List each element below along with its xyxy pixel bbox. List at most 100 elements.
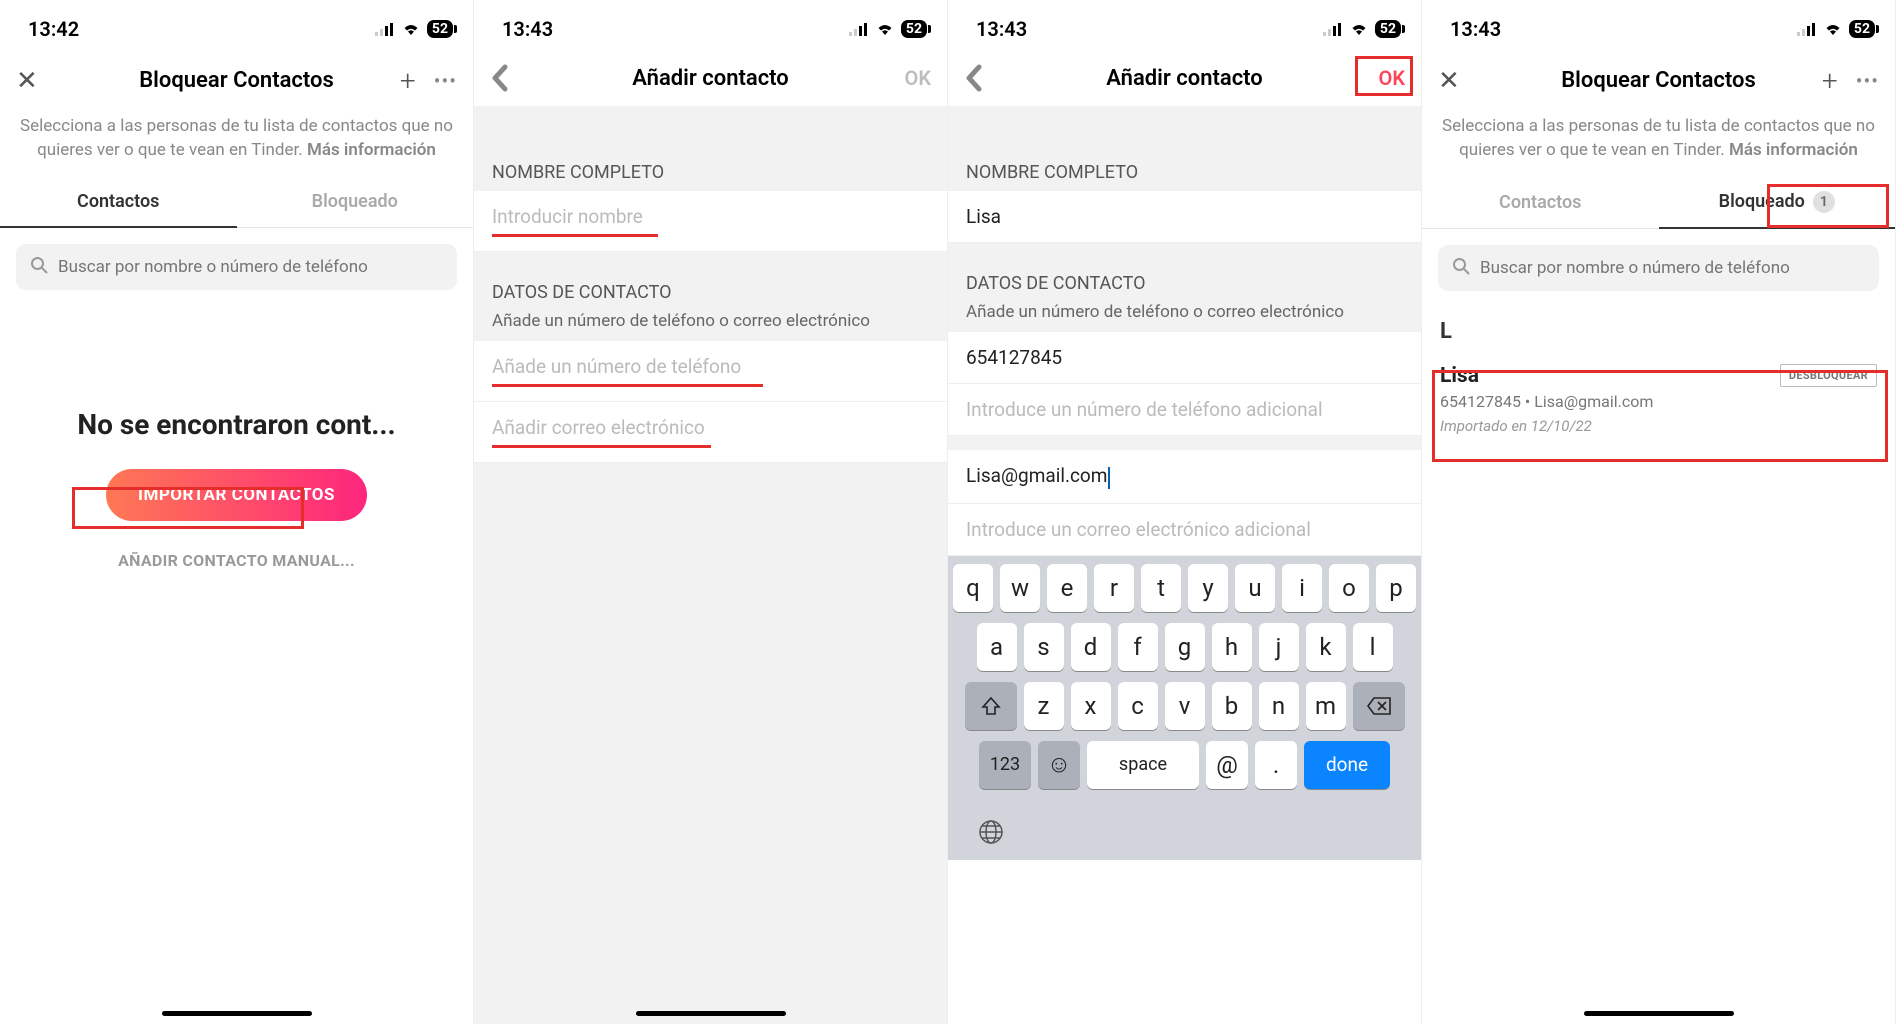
key-x[interactable]: x	[1071, 682, 1111, 730]
key-e[interactable]: e	[1047, 564, 1087, 612]
search-input[interactable]	[1480, 258, 1865, 278]
search-input[interactable]	[58, 257, 443, 277]
key-b[interactable]: b	[1212, 682, 1252, 730]
contact-details: 654127845 • Lisa@gmail.com	[1440, 392, 1877, 411]
status-time: 13:43	[1450, 17, 1501, 41]
name-field[interactable]	[474, 191, 947, 252]
more-info-link[interactable]: Más información	[307, 140, 436, 160]
ok-button[interactable]: OK	[1379, 66, 1405, 90]
unblock-button[interactable]: DESBLOQUEAR	[1780, 364, 1877, 387]
section-header-contact: DATOS DE CONTACTO	[474, 252, 947, 311]
search-icon	[30, 256, 48, 278]
key-r[interactable]: r	[1094, 564, 1134, 612]
search-bar[interactable]	[16, 244, 457, 290]
search-bar[interactable]	[1438, 245, 1879, 291]
key-y[interactable]: y	[1188, 564, 1228, 612]
key-k[interactable]: k	[1306, 623, 1346, 671]
info-text: Selecciona a las personas de tu lista de…	[1422, 111, 1895, 179]
key-c[interactable]: c	[1118, 682, 1158, 730]
section-header-contact: DATOS DE CONTACTO	[948, 243, 1421, 302]
key-j[interactable]: j	[1259, 623, 1299, 671]
space-key[interactable]: space	[1087, 741, 1199, 789]
email-value: Lisa@gmail.com	[966, 464, 1107, 487]
section-sub-contact: Añade un número de teléfono o correo ele…	[948, 302, 1421, 332]
key-u[interactable]: u	[1235, 564, 1275, 612]
status-right: 52	[849, 20, 927, 38]
email2-input[interactable]	[966, 518, 1403, 541]
tab-contacts[interactable]: Contactos	[1422, 179, 1659, 229]
more-icon[interactable]: •••	[434, 69, 457, 93]
shift-key[interactable]	[965, 682, 1017, 730]
email-field[interactable]	[474, 402, 947, 463]
phone-value: 654127845	[966, 346, 1062, 369]
back-icon[interactable]	[964, 64, 984, 92]
key-d[interactable]: d	[1071, 623, 1111, 671]
page-title: Añadir contacto	[1034, 66, 1335, 91]
tab-contacts[interactable]: Contactos	[0, 179, 237, 228]
phone2-field[interactable]	[948, 384, 1421, 436]
phone-field[interactable]	[474, 341, 947, 402]
key-m[interactable]: m	[1306, 682, 1346, 730]
globe-icon[interactable]	[977, 818, 1005, 846]
back-icon[interactable]	[490, 64, 510, 92]
key-w[interactable]: w	[1000, 564, 1040, 612]
wifi-icon	[1823, 22, 1843, 36]
ok-button[interactable]: OK	[905, 66, 931, 90]
name-input[interactable]	[492, 205, 929, 228]
key-i[interactable]: i	[1282, 564, 1322, 612]
key-q[interactable]: q	[953, 564, 993, 612]
add-icon[interactable]: +	[400, 64, 416, 97]
phone2-input[interactable]	[966, 398, 1403, 421]
import-contacts-button[interactable]: IMPORTAR CONTACTOS	[106, 469, 367, 521]
key-s[interactable]: s	[1024, 623, 1064, 671]
done-key[interactable]: done	[1304, 741, 1390, 789]
key-a[interactable]: a	[977, 623, 1017, 671]
nav-bar: ✕ Bloquear Contactos + •••	[1422, 50, 1895, 111]
backspace-key[interactable]	[1353, 682, 1405, 730]
name-field[interactable]: Lisa	[948, 191, 1421, 243]
status-time: 13:43	[976, 17, 1027, 41]
key-g[interactable]: g	[1165, 623, 1205, 671]
name-value: Lisa	[966, 205, 1001, 228]
add-manual-contact-button[interactable]: AÑADIR CONTACTO MANUAL...	[98, 539, 375, 582]
tab-blocked[interactable]: Bloqueado 1	[1659, 179, 1896, 229]
email-field[interactable]: Lisa@gmail.com	[948, 450, 1421, 504]
wifi-icon	[1349, 22, 1369, 36]
add-icon[interactable]: +	[1822, 64, 1838, 97]
status-bar: 13:42 52	[0, 0, 473, 50]
key-v[interactable]: v	[1165, 682, 1205, 730]
key-p[interactable]: p	[1376, 564, 1416, 612]
dot-key[interactable]: .	[1255, 741, 1297, 789]
phone-input[interactable]	[492, 355, 929, 378]
status-bar: 13:43 52	[474, 0, 947, 50]
email-input[interactable]	[492, 416, 929, 439]
at-key[interactable]: @	[1206, 741, 1248, 789]
key-t[interactable]: t	[1141, 564, 1181, 612]
battery-level: 52	[1849, 20, 1875, 38]
screen-add-contact-empty: 13:43 52 Añadir contacto OK NOMBRE COMPL…	[474, 0, 948, 1024]
key-n[interactable]: n	[1259, 682, 1299, 730]
search-icon	[1452, 257, 1470, 279]
home-indicator	[162, 1011, 312, 1016]
key-l[interactable]: l	[1353, 623, 1393, 671]
battery-level: 52	[1375, 20, 1401, 38]
key-h[interactable]: h	[1212, 623, 1252, 671]
close-icon[interactable]: ✕	[1438, 66, 1460, 96]
close-icon[interactable]: ✕	[16, 66, 38, 96]
tab-blocked[interactable]: Bloqueado	[237, 179, 474, 228]
cellular-signal-icon	[375, 22, 395, 36]
numbers-key[interactable]: 123	[979, 741, 1031, 789]
email2-field[interactable]	[948, 504, 1421, 556]
contact-row[interactable]: Lisa DESBLOQUEAR 654127845 • Lisa@gmail.…	[1422, 352, 1895, 449]
emoji-key[interactable]: ☺	[1038, 741, 1080, 789]
key-f[interactable]: f	[1118, 623, 1158, 671]
key-z[interactable]: z	[1024, 682, 1064, 730]
phone-field[interactable]: 654127845	[948, 332, 1421, 384]
battery-level: 52	[901, 20, 927, 38]
spacer	[948, 436, 1421, 450]
more-icon[interactable]: •••	[1856, 69, 1879, 93]
key-o[interactable]: o	[1329, 564, 1369, 612]
more-info-link[interactable]: Más información	[1729, 140, 1858, 160]
page-title: Bloquear Contactos	[1508, 68, 1809, 93]
background-fill	[474, 463, 947, 1024]
